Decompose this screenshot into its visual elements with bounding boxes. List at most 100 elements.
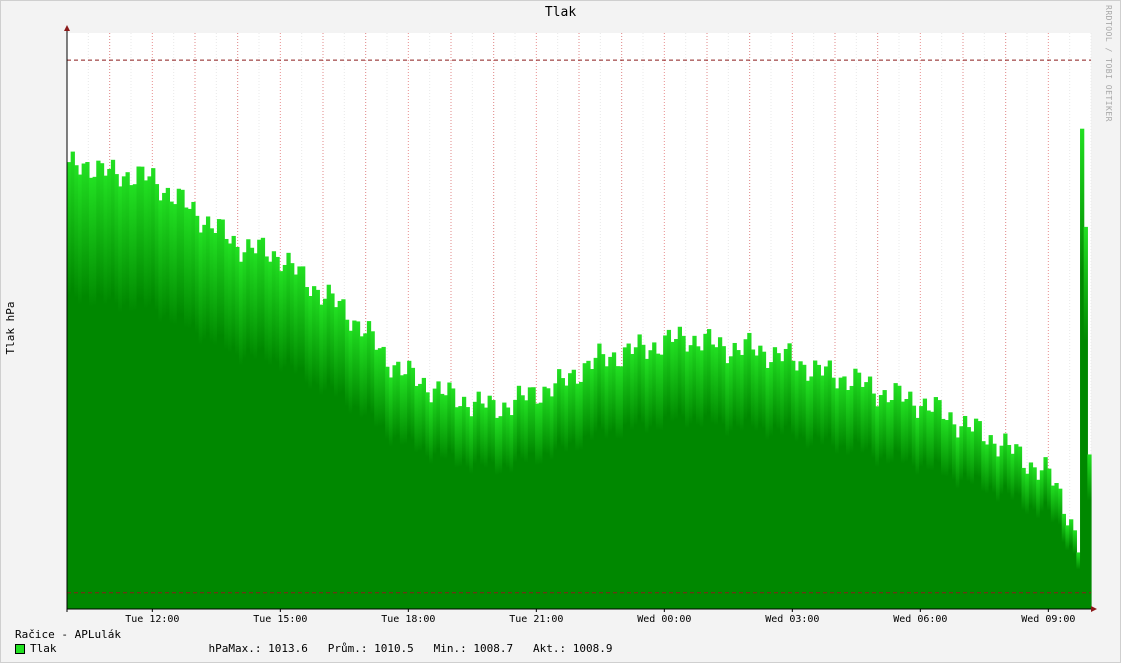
pressure-bar — [842, 376, 847, 609]
pressure-bar — [853, 368, 858, 609]
pressure-bar — [966, 427, 971, 609]
pressure-bar — [813, 360, 818, 609]
pressure-bar — [783, 348, 789, 609]
pressure-bar — [1065, 525, 1070, 609]
pressure-bar — [121, 176, 127, 609]
pressure-bar — [557, 369, 562, 609]
pressure-bar — [875, 406, 880, 609]
pressure-bar — [337, 300, 342, 609]
x-tick-label: Tue 21:00 — [509, 614, 563, 625]
pressure-bar — [363, 333, 368, 609]
pressure-bar — [180, 189, 185, 609]
pressure-bar — [227, 243, 233, 610]
pressure-bar — [845, 390, 851, 609]
pressure-bar — [520, 395, 525, 609]
pressure-bar — [933, 397, 938, 609]
pressure-bar — [794, 370, 800, 609]
pressure-bar — [630, 353, 635, 609]
pressure-bar — [886, 402, 891, 609]
pressure-bar — [403, 374, 408, 609]
pressure-bar — [205, 216, 211, 609]
pressure-bar — [293, 274, 298, 609]
pressure-bar — [154, 184, 160, 609]
pressure-bar — [487, 395, 492, 609]
x-tick-label: Wed 03:00 — [765, 614, 819, 625]
pressure-bar — [802, 364, 807, 609]
pressure-bar — [900, 401, 906, 609]
pressure-bar — [140, 166, 145, 609]
pressure-bar — [619, 366, 624, 609]
pressure-bar — [743, 339, 748, 609]
pressure-bar — [761, 351, 767, 609]
pressure-bar — [707, 329, 712, 609]
pressure-bar — [85, 162, 90, 609]
pressure-bar — [992, 443, 997, 609]
pressure-bar — [604, 366, 609, 609]
pressure-bar — [213, 232, 218, 610]
pressure-bar — [315, 289, 320, 609]
pressure-bar — [1054, 483, 1059, 609]
legend-row: Tlak hPa Max.: 1013.6 Prům.: 1010.5 Min.:… — [15, 642, 612, 655]
pressure-bar — [385, 366, 390, 609]
pressure-bar — [908, 391, 913, 609]
pressure-bar — [355, 321, 361, 609]
pressure-bar — [1043, 457, 1048, 609]
x-tick-label: Tue 15:00 — [253, 614, 307, 625]
pressure-bar — [330, 293, 335, 609]
pressure-bar — [739, 354, 745, 609]
pressure-bar — [926, 410, 931, 609]
pressure-bar — [765, 367, 770, 609]
pressure-bar — [959, 426, 964, 609]
x-tick-label: Tue 18:00 — [381, 614, 435, 625]
pressure-bar — [663, 335, 668, 609]
pressure-bar — [535, 403, 540, 609]
pressure-bar — [458, 406, 463, 609]
pressure-bar — [286, 252, 291, 609]
pressure-bar — [717, 337, 723, 609]
pressure-bar — [952, 424, 957, 609]
pressure-bar — [461, 396, 467, 609]
pressure-bar — [904, 399, 909, 609]
pressure-bar — [399, 375, 405, 609]
pressure-bar — [721, 346, 726, 609]
pressure-bar — [323, 298, 328, 609]
legend-stats: Max.: 1013.6 Prům.: 1010.5 Min.: 1008.7 … — [228, 642, 613, 655]
pressure-bar — [1003, 433, 1008, 609]
pressure-bar — [184, 207, 189, 609]
legend-series-name: Tlak — [30, 642, 57, 655]
pressure-bar — [897, 385, 902, 609]
pressure-bar — [92, 176, 97, 610]
pressure-bar — [249, 247, 255, 610]
pressure-bar — [937, 400, 942, 609]
legend-source: Račice - APLulák — [15, 628, 121, 641]
pressure-bar — [516, 385, 522, 609]
pressure-bar — [835, 388, 840, 609]
pressure-bar — [451, 388, 456, 609]
pressure-bar — [513, 399, 518, 609]
pressure-bar — [538, 402, 544, 609]
pressure-bar — [77, 174, 83, 609]
pressure-bar — [326, 284, 331, 609]
legend-unit: hPa — [208, 642, 229, 655]
pressure-bar — [388, 377, 394, 609]
pressure-bar — [308, 295, 313, 609]
pressure-bar — [674, 338, 679, 609]
pressure-bar — [282, 264, 288, 609]
pressure-bar — [922, 398, 928, 609]
pressure-bar — [1047, 468, 1052, 609]
pressure-bar — [889, 400, 895, 609]
pressure-bar — [1072, 530, 1077, 609]
pressure-bar — [341, 299, 346, 609]
pressure-bar — [301, 266, 306, 609]
pressure-bar — [626, 343, 631, 609]
pressure-bar — [425, 392, 430, 609]
pressure-bar — [494, 417, 500, 609]
pressure-bar — [699, 350, 704, 609]
pressure-bar — [509, 415, 514, 609]
pressure-bar — [527, 387, 533, 609]
pressure-bar — [231, 235, 236, 609]
pressure-bar — [524, 400, 529, 609]
pressure-bar — [641, 344, 646, 609]
pressure-bar — [110, 159, 116, 609]
pressure-bar — [798, 361, 803, 609]
